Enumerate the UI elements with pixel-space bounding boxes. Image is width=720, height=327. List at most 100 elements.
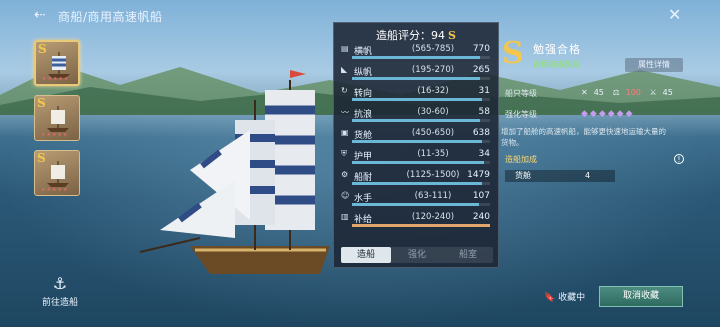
- shipyard-icon: ⚓: [52, 274, 68, 293]
- horizontal-sail-icon: ▤: [341, 44, 349, 53]
- stat-range: (120-240): [411, 212, 455, 222]
- bonus-value: 4: [585, 171, 591, 180]
- favorite-label: 收藏中: [558, 293, 586, 303]
- stat-bar: [352, 224, 490, 227]
- ship-stats-panel: 造船评分：94 S ▤ 横帆 (565-785) 770 ◣ 纵帆 (195-270) 265 ↻…: [333, 22, 499, 268]
- stat-bar-fill: [352, 98, 482, 101]
- stat-bar-fill: [352, 77, 481, 80]
- ship-grade: S: [502, 36, 524, 71]
- stat-row: ⚙ 船耐 (1125-1500) 1479: [338, 167, 494, 188]
- wave-resistance-icon: 〰: [341, 108, 349, 117]
- stat-value: 638: [472, 128, 490, 138]
- bookmark-icon: 🔖: [544, 293, 556, 303]
- stat-value: 1479: [467, 170, 490, 180]
- cargo-icon: ▣: [341, 128, 349, 137]
- star-rating: ★★★★★: [41, 187, 69, 193]
- stat-bar-fill: [352, 161, 485, 164]
- rank-value-2: 100: [625, 88, 641, 97]
- go-build-button[interactable]: ⚓ 前往造船: [40, 274, 80, 308]
- bonus-row: 货舱 4: [505, 170, 615, 182]
- enhance-diamonds: ◆◆◆◆◆◆: [581, 109, 635, 119]
- rank-values: ✕ 45 ⚖ 100 ⚔ 45: [581, 88, 679, 97]
- rank-value-1: 45: [593, 88, 604, 97]
- stat-bar: [352, 140, 490, 143]
- stat-value: 770: [472, 44, 490, 54]
- score-title: 造船评分：94 S: [334, 27, 498, 42]
- stat-range: (450-650): [411, 128, 455, 138]
- armor-icon: ⛨: [341, 149, 347, 158]
- ship-icon: [47, 106, 69, 132]
- scale-icon: ⚖: [612, 88, 620, 97]
- stat-value: 240: [472, 212, 490, 222]
- back-arrow-icon[interactable]: ⇠: [34, 7, 46, 23]
- cross-icon: ✕: [581, 88, 588, 97]
- stat-bar-fill: [352, 224, 490, 227]
- stat-value: 58: [478, 107, 490, 117]
- stat-value: 107: [472, 191, 490, 201]
- stat-row: ☺ 水手 (63-111) 107: [338, 188, 494, 209]
- stat-range: (30-60): [417, 107, 449, 117]
- stats-list: ▤ 横帆 (565-785) 770 ◣ 纵帆 (195-270) 265 ↻ 转向 (16-32)…: [334, 41, 498, 230]
- favorite-toggle[interactable]: 🔖 收藏中: [544, 290, 585, 303]
- stat-range: (11-35): [417, 149, 449, 159]
- stat-row: ▤ 横帆 (565-785) 770: [338, 41, 494, 62]
- stat-bar: [352, 56, 490, 59]
- stat-bar: [352, 98, 490, 101]
- sword-icon: ⚔: [649, 88, 657, 97]
- longitudinal-sail-icon: ◣: [341, 65, 348, 74]
- stat-range: (63-111): [414, 191, 452, 201]
- tab-cabin[interactable]: 船室: [443, 247, 493, 263]
- stat-value: 34: [478, 149, 490, 159]
- stat-range: (16-32): [417, 86, 449, 96]
- stat-value: 265: [472, 65, 490, 75]
- panel-tabs: 造船 强化 船室: [341, 247, 493, 263]
- ship-thumbnail-1[interactable]: S ★★★★★: [34, 40, 80, 86]
- stat-row: ▣ 货舱 (450-650) 638: [338, 125, 494, 146]
- cancel-favorite-button[interactable]: 取消收藏: [599, 286, 683, 307]
- stat-bar: [352, 119, 490, 122]
- durability-icon: ⚙: [341, 170, 349, 179]
- ship-thumbnail-2[interactable]: S ★★★★★: [34, 95, 80, 141]
- tab-build[interactable]: 造船: [341, 247, 391, 263]
- ship-description: 增加了船舱的高速帆船，能够更快速地运输大量的货物。: [501, 127, 666, 147]
- stat-bar-fill: [352, 182, 482, 185]
- breadcrumb: 商船/商用高速帆船: [58, 10, 163, 24]
- ship-model: [140, 70, 330, 274]
- stat-bar: [352, 77, 490, 80]
- stat-range: (565-785): [411, 44, 455, 54]
- info-icon[interactable]: !: [674, 154, 684, 164]
- stat-bar: [352, 182, 490, 185]
- stat-bar: [352, 161, 490, 164]
- ship-name: 勉强合格: [533, 43, 581, 56]
- stat-range: (1125-1500): [406, 170, 460, 180]
- stat-bar-fill: [352, 56, 481, 59]
- bonus-label: 造船加成: [505, 155, 537, 164]
- stat-bar-fill: [352, 203, 479, 206]
- go-build-label: 前往造船: [41, 298, 78, 308]
- star-rating: ★★★★★: [41, 132, 69, 138]
- turning-icon: ↻: [341, 86, 348, 95]
- star-rating: ★★★★★: [42, 76, 70, 82]
- rank-value-3: 45: [662, 88, 673, 97]
- ship-subtitle: 商用高速帆船: [533, 60, 581, 69]
- stat-range: (195-270): [411, 65, 455, 75]
- bonus-item: 货舱: [515, 171, 531, 180]
- stat-value: 31: [478, 86, 490, 96]
- stat-row: ◣ 纵帆 (195-270) 265: [338, 62, 494, 83]
- stat-row: ↻ 转向 (16-32) 31: [338, 83, 494, 104]
- stat-bar-fill: [352, 140, 482, 143]
- ship-thumbnail-3[interactable]: S ★★★★★: [34, 150, 80, 196]
- ship-thumbnail-list: S ★★★★★ S ★★★★★ S ★★★★★: [34, 40, 84, 205]
- stat-bar: [352, 203, 490, 206]
- enhance-label: 强化等级: [505, 110, 537, 119]
- ship-icon: [47, 161, 69, 187]
- rank-label: 船只等级: [505, 89, 537, 98]
- attribute-details-button[interactable]: 属性详情: [625, 58, 683, 72]
- supply-icon: ▥: [341, 212, 349, 221]
- tab-enhance[interactable]: 强化: [392, 247, 442, 263]
- stat-row: ▥ 补给 (120-240) 240: [338, 209, 494, 230]
- stat-row: ⛨ 护甲 (11-35) 34: [338, 146, 494, 167]
- sailor-icon: ☺: [341, 191, 350, 200]
- stat-row: 〰抗浪 (30-60) 58: [338, 104, 494, 125]
- ship-info-panel: S 勉强合格 商用高速帆船 属性详情 船只等级 ✕ 45 ⚖ 100 ⚔ 45 强化等…: [499, 22, 689, 192]
